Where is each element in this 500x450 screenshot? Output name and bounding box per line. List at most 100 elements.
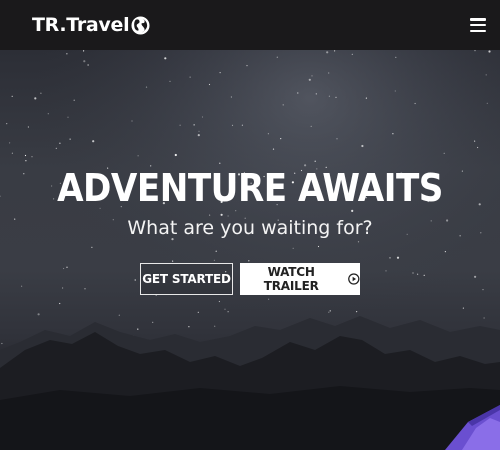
star bbox=[230, 96, 232, 98]
star bbox=[11, 95, 13, 97]
star bbox=[357, 241, 360, 243]
star bbox=[9, 142, 11, 144]
star bbox=[197, 134, 200, 137]
star bbox=[474, 50, 476, 52]
star bbox=[193, 124, 195, 126]
star bbox=[246, 65, 248, 67]
star bbox=[131, 120, 133, 122]
star bbox=[392, 133, 394, 135]
star bbox=[335, 96, 337, 98]
star bbox=[189, 76, 191, 78]
star bbox=[417, 273, 419, 275]
star bbox=[443, 152, 445, 154]
brand-logo[interactable]: TR.Travel bbox=[32, 14, 150, 36]
star bbox=[414, 102, 416, 105]
star bbox=[280, 138, 282, 140]
star bbox=[394, 90, 396, 92]
star bbox=[396, 256, 400, 259]
star bbox=[412, 272, 414, 274]
star bbox=[356, 311, 358, 313]
star bbox=[83, 60, 86, 63]
star bbox=[66, 266, 68, 268]
star bbox=[276, 56, 278, 58]
get-started-button[interactable]: GET STARTED bbox=[140, 263, 233, 295]
star bbox=[47, 113, 49, 115]
star bbox=[37, 313, 40, 316]
star bbox=[488, 50, 491, 53]
hero-section: ADVENTURE AWAITS What are you waiting fo… bbox=[0, 50, 500, 450]
star bbox=[69, 138, 71, 140]
star bbox=[219, 162, 221, 164]
star bbox=[66, 53, 68, 55]
star bbox=[315, 93, 317, 95]
star bbox=[179, 124, 181, 126]
star bbox=[485, 74, 487, 76]
star bbox=[218, 300, 220, 303]
menu-bar bbox=[470, 23, 486, 27]
star bbox=[351, 53, 353, 55]
star bbox=[267, 133, 269, 135]
star bbox=[328, 95, 330, 97]
star bbox=[235, 210, 237, 212]
star bbox=[55, 147, 57, 149]
star bbox=[486, 102, 488, 104]
star bbox=[118, 314, 120, 316]
star bbox=[208, 83, 211, 86]
hero-title: ADVENTURE AWAITS bbox=[57, 166, 443, 210]
play-circle-icon bbox=[348, 273, 360, 285]
star bbox=[27, 126, 29, 128]
star bbox=[197, 311, 199, 313]
star bbox=[268, 298, 270, 300]
globe-icon bbox=[131, 16, 150, 35]
star bbox=[73, 99, 75, 101]
star bbox=[248, 260, 250, 262]
star bbox=[292, 247, 294, 249]
star bbox=[365, 97, 367, 99]
star bbox=[169, 80, 171, 82]
star bbox=[84, 288, 86, 290]
star bbox=[311, 75, 313, 77]
star bbox=[389, 257, 391, 259]
star bbox=[328, 72, 330, 74]
star bbox=[63, 267, 65, 270]
star bbox=[462, 307, 464, 309]
star bbox=[31, 156, 33, 158]
night-sky-background bbox=[0, 50, 500, 450]
star bbox=[477, 146, 479, 149]
star bbox=[174, 153, 177, 157]
star bbox=[21, 285, 23, 287]
star bbox=[145, 86, 148, 88]
menu-bar bbox=[470, 29, 486, 32]
star bbox=[172, 260, 174, 262]
star bbox=[214, 325, 216, 327]
star bbox=[329, 310, 331, 312]
star bbox=[67, 116, 69, 118]
star bbox=[328, 311, 330, 313]
watch-trailer-button[interactable]: WATCH TRAILER bbox=[240, 263, 360, 295]
star bbox=[11, 152, 13, 154]
star bbox=[1, 342, 3, 345]
star bbox=[474, 140, 476, 142]
hamburger-menu-icon[interactable] bbox=[470, 17, 486, 33]
star bbox=[59, 302, 61, 305]
star bbox=[423, 274, 425, 276]
star bbox=[310, 125, 312, 127]
watch-trailer-label: WATCH TRAILER bbox=[263, 265, 319, 293]
star bbox=[62, 287, 64, 289]
star bbox=[134, 279, 136, 281]
star bbox=[483, 317, 485, 319]
star bbox=[474, 275, 477, 278]
brand-name: TR.Travel bbox=[32, 14, 130, 36]
star bbox=[215, 250, 217, 252]
star bbox=[137, 155, 139, 157]
star bbox=[351, 209, 354, 212]
star bbox=[282, 104, 284, 106]
star bbox=[308, 78, 311, 81]
star bbox=[227, 311, 229, 313]
star bbox=[297, 92, 299, 94]
star bbox=[59, 142, 61, 144]
star bbox=[25, 160, 27, 162]
star bbox=[241, 124, 243, 126]
star bbox=[361, 144, 364, 148]
top-navbar: TR.Travel bbox=[0, 0, 500, 50]
